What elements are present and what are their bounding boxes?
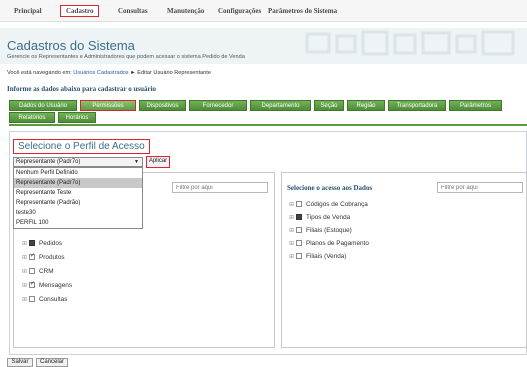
tab-transportadora[interactable]: Transportadora xyxy=(388,100,446,111)
menu-consultas[interactable]: Consultas xyxy=(118,7,148,15)
perfil-option[interactable]: PERFIL 100 xyxy=(14,218,142,228)
tree-item-codigos-cobranca[interactable]: ⊞ Códigos de Cobrança xyxy=(289,200,368,209)
expand-icon[interactable]: ⊞ xyxy=(289,214,296,223)
tree-item-filiais-estoque[interactable]: ⊞ Filiais (Estoque) xyxy=(289,226,352,235)
expand-icon[interactable]: ⊞ xyxy=(289,253,296,262)
checkbox-icon[interactable] xyxy=(296,227,302,233)
tree-item-label: Produtos xyxy=(39,254,65,261)
breadcrumb-prefix: Você está navegando em: xyxy=(7,70,72,76)
expand-icon[interactable]: ⊞ xyxy=(289,227,296,236)
tree-item-mensagens[interactable]: ⊞ Mensagens xyxy=(22,280,73,291)
tree-item-label: Tipos de Venda xyxy=(306,214,351,221)
tab-relatorios[interactable]: Relatórios xyxy=(9,112,55,123)
top-menu: Principal Cadastro Consultas Manutenção … xyxy=(0,0,527,22)
tree-item-label: Consultas xyxy=(39,296,68,303)
left-filter-input[interactable] xyxy=(172,182,268,193)
tree-item-pedidos[interactable]: ⊞ Pedidos xyxy=(22,239,62,248)
breadcrumb-link-usuarios[interactable]: Usuários Cadastrados xyxy=(73,70,128,76)
checkbox-icon[interactable] xyxy=(296,253,302,259)
menu-cadastro[interactable]: Cadastro xyxy=(60,5,100,17)
checkbox-partial-icon[interactable] xyxy=(29,240,35,246)
tree-item-consultas[interactable]: ⊞ Consultas xyxy=(22,295,67,304)
checkbox-icon[interactable] xyxy=(296,201,302,207)
page-subtitle: Gerencie os Representantes e Administrad… xyxy=(7,54,245,60)
expand-icon[interactable]: ⊞ xyxy=(22,254,29,263)
tab-dispositivos[interactable]: Dispositivos xyxy=(139,100,186,111)
tab-horarios[interactable]: Horários xyxy=(58,112,96,123)
menu-configuracoes[interactable]: Configurações xyxy=(218,7,261,15)
tab-permissoes[interactable]: Permissões xyxy=(80,100,136,111)
perfil-option-selected[interactable]: Representante (Padr7o) xyxy=(14,178,142,188)
expand-icon[interactable]: ⊞ xyxy=(22,240,29,249)
expand-icon[interactable]: ⊞ xyxy=(22,268,29,277)
tree-item-label: Pedidos xyxy=(39,240,63,247)
tree-item-label: Mensagens xyxy=(39,282,73,289)
checkbox-icon[interactable] xyxy=(29,268,35,274)
page-title: Cadastros do Sistema xyxy=(7,38,135,53)
tree-item-planos-pagamento[interactable]: ⊞ Planos de Pagamento xyxy=(289,239,369,248)
perfil-option[interactable]: Representante Teste xyxy=(14,188,142,198)
tree-item-produtos[interactable]: ⊞ Produtos xyxy=(22,252,65,263)
tab-divider xyxy=(9,124,527,126)
right-filter-input[interactable] xyxy=(437,182,523,193)
checkbox-checked-icon[interactable] xyxy=(29,280,35,289)
tab-departamento[interactable]: Departamento xyxy=(250,100,311,111)
tree-item-filiais-venda[interactable]: ⊞ Filiais (Venda) xyxy=(289,252,347,261)
menu-parametros-sistema[interactable]: Parâmetros do Sistema xyxy=(268,7,337,15)
tab-dados-usuario[interactable]: Dados do Usuário xyxy=(9,100,77,111)
perfil-select[interactable]: Representante (Padr7o) ▼ xyxy=(13,157,143,167)
apply-button[interactable]: Aplicar xyxy=(146,156,170,168)
chevron-down-icon: ▼ xyxy=(134,159,139,165)
expand-icon[interactable]: ⊞ xyxy=(22,282,29,291)
tree-item-label: Filiais (Estoque) xyxy=(306,227,352,234)
menu-manutencao[interactable]: Manutenção xyxy=(167,7,204,15)
tab-secao[interactable]: Seção xyxy=(314,100,344,111)
tree-item-label: Planos de Pagamento xyxy=(306,240,369,247)
tree-item-label: CRM xyxy=(39,268,54,275)
checkbox-icon[interactable] xyxy=(29,296,35,302)
tree-item-label: Filiais (Venda) xyxy=(306,253,347,260)
expand-icon[interactable]: ⊞ xyxy=(22,296,29,305)
perfil-dropdown: Nenhum Perfil Definido Representante (Pa… xyxy=(13,167,143,229)
perfil-select-value: Representante (Padr7o) xyxy=(16,159,81,165)
menu-principal[interactable]: Principal xyxy=(14,7,42,15)
expand-icon[interactable]: ⊞ xyxy=(289,201,296,210)
checkbox-checked-icon[interactable] xyxy=(29,252,35,261)
tree-item-tipos-venda[interactable]: ⊞ Tipos de Venda xyxy=(289,213,350,222)
breadcrumb: Você está navegando em: Usuários Cadastr… xyxy=(7,70,211,76)
cancel-button[interactable]: Cancelar xyxy=(36,358,68,367)
perfil-option[interactable]: Nenhum Perfil Definido xyxy=(14,168,142,178)
perfil-option[interactable]: teste30 xyxy=(14,208,142,218)
perfil-title: Selecione o Perfil de Acesso xyxy=(13,139,150,154)
tree-item-label: Códigos de Cobrança xyxy=(306,201,368,208)
expand-icon[interactable]: ⊞ xyxy=(289,240,296,249)
tab-fornecedor[interactable]: Fornecedor xyxy=(189,100,247,111)
breadcrumb-current: ► Editar Usuário Representante xyxy=(130,70,211,76)
data-access-title: Selecione o acesso aos Dados xyxy=(287,184,373,192)
checkbox-partial-icon[interactable] xyxy=(296,214,302,220)
checkbox-icon[interactable] xyxy=(296,240,302,246)
save-button[interactable]: Salvar xyxy=(7,358,33,367)
decorative-pattern-icon xyxy=(305,30,515,56)
perfil-option[interactable]: Representante (Padrão) xyxy=(14,198,142,208)
section-title: Informe as dados abaixo para cadastrar o… xyxy=(7,85,157,93)
tree-item-crm[interactable]: ⊞ CRM xyxy=(22,267,54,276)
tab-parametros[interactable]: Parâmetros xyxy=(449,100,502,111)
tab-regiao[interactable]: Região xyxy=(347,100,385,111)
